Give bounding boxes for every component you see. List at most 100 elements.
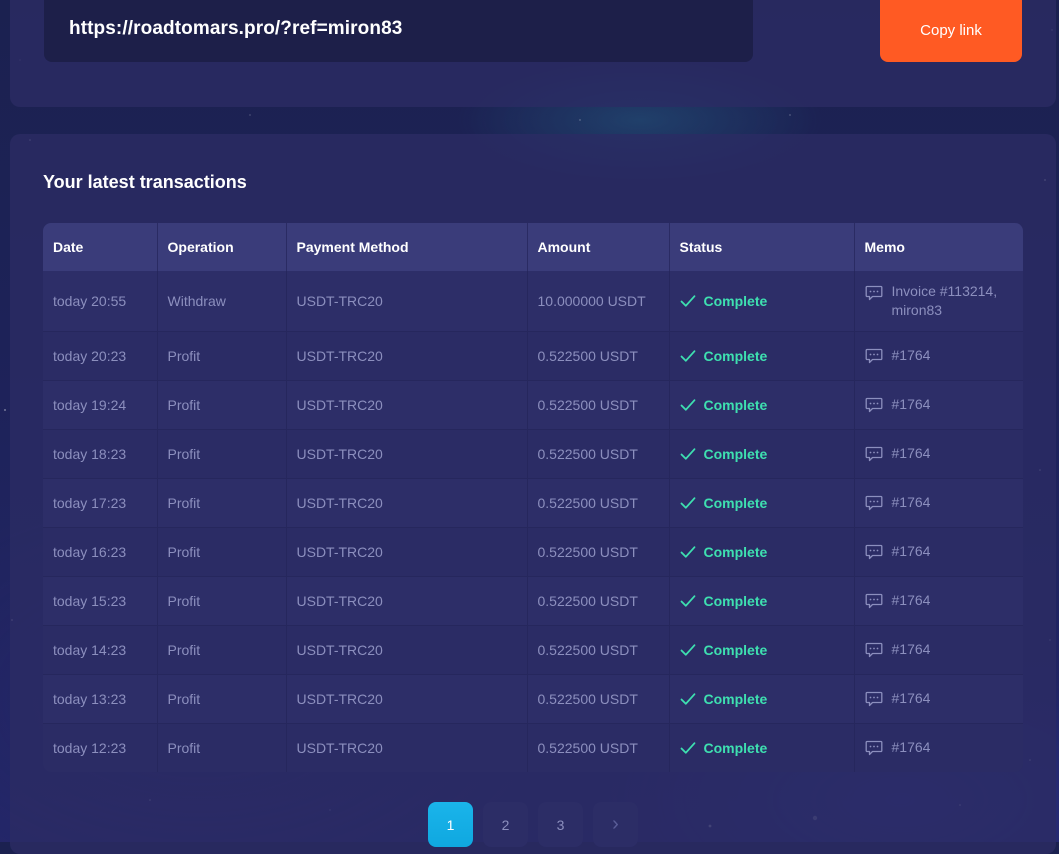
table-row: today 15:23 Profit USDT-TRC20 0.522500 USDT… (43, 575, 1023, 625)
status-text: Complete (703, 445, 768, 462)
table-row: today 16:23 Profit USDT-TRC20 0.522500 USDT… (43, 526, 1023, 576)
memo: #1764 (865, 591, 1014, 610)
cell-date: today 16:23 (43, 526, 158, 576)
column-header-amount: Amount (527, 223, 670, 271)
comment-icon (865, 348, 882, 364)
cell-payment-method: USDT-TRC20 (286, 330, 528, 380)
cell-payment-method: USDT-TRC20 (286, 722, 528, 772)
cell-payment-method: USDT-TRC20 (286, 624, 528, 674)
table-header-row: Date Operation Payment Method Amount Sta… (43, 223, 1023, 271)
comment-icon (865, 741, 882, 756)
cell-payment-method: USDT-TRC20 (286, 379, 528, 429)
memo: Invoice #113214, miron83 (865, 282, 1014, 320)
memo-text: #1764 (891, 690, 931, 706)
table-row: today 17:23 Profit USDT-TRC20 0.522500 USDT… (43, 477, 1023, 527)
column-header-memo: Memo (854, 223, 1023, 271)
cell-status: Complete (669, 575, 855, 625)
cell-status: Complete (669, 477, 855, 527)
memo: #1764 (865, 493, 1014, 512)
comment-icon (865, 642, 882, 658)
copy-link-button[interactable]: Copy link (880, 0, 1022, 62)
status-text: Complete (703, 347, 768, 364)
check-icon (680, 398, 695, 411)
status-badge: Complete (680, 724, 844, 773)
next-page-button[interactable]: › (593, 802, 638, 847)
cell-operation: Profit (157, 379, 287, 429)
cell-payment-method: USDT-TRC20 (286, 526, 528, 576)
transactions-table-body: today 20:55 Withdraw USDT-TRC20 10.000000 U… (43, 271, 1023, 772)
cell-operation: Profit (157, 428, 287, 478)
status-badge: Complete (680, 675, 844, 723)
transactions-table: Date Operation Payment Method Amount Sta… (43, 223, 1023, 772)
memo-text: #1764 (891, 347, 931, 363)
cell-operation: Profit (157, 722, 287, 772)
cell-payment-method: USDT-TRC20 (286, 428, 528, 478)
comment-icon (865, 446, 882, 462)
cell-date: today 14:23 (43, 624, 158, 674)
status-text: Complete (703, 396, 768, 413)
comment-icon (865, 397, 882, 413)
cell-operation: Profit (157, 673, 287, 723)
cell-status: Complete (669, 379, 855, 429)
table-row: today 20:23 Profit USDT-TRC20 0.522500 USDT… (43, 330, 1023, 380)
cell-amount: 0.522500 USDT (527, 330, 670, 380)
page-button-1[interactable]: 1 (428, 802, 473, 847)
cell-memo: #1764 (854, 428, 1023, 478)
cell-memo: #1764 (854, 526, 1023, 576)
cell-date: today 18:23 (43, 428, 158, 478)
cell-date: today 19:24 (43, 379, 158, 429)
column-header-payment-method: Payment Method (286, 223, 528, 271)
status-text: Complete (703, 739, 768, 756)
cell-date: today 20:55 (43, 271, 158, 331)
page-button-2[interactable]: 2 (483, 802, 528, 847)
check-icon (680, 643, 695, 656)
cell-memo: #1764 (854, 379, 1023, 429)
page-button-3[interactable]: 3 (538, 802, 583, 847)
cell-amount: 0.522500 USDT (527, 624, 670, 674)
cell-payment-method: USDT-TRC20 (286, 575, 528, 625)
memo-text: #1764 (891, 494, 931, 510)
cell-status: Complete (669, 673, 855, 723)
cell-status: Complete (669, 271, 855, 331)
memo-text: Invoice #113214, miron83 (891, 282, 998, 318)
cell-memo: #1764 (854, 575, 1023, 625)
status-text: Complete (703, 494, 768, 511)
status-text: Complete (703, 543, 768, 560)
status-badge: Complete (680, 271, 844, 331)
column-header-operation: Operation (157, 223, 287, 271)
status-badge: Complete (680, 430, 844, 478)
comment-icon (865, 285, 882, 300)
referral-link-text[interactable]: https://roadtomars.pro/?ref=miron83 (69, 18, 402, 40)
cell-payment-method: USDT-TRC20 (286, 271, 528, 331)
memo: #1764 (865, 738, 1014, 757)
check-icon (680, 742, 695, 754)
memo: #1764 (865, 395, 1014, 414)
chevron-right-icon: › (612, 813, 619, 835)
status-text: Complete (703, 690, 768, 707)
table-row: today 20:55 Withdraw USDT-TRC20 10.000000 U… (43, 271, 1023, 331)
table-row: today 12:23 Profit USDT-TRC20 0.522500 USDT… (43, 722, 1023, 773)
cell-status: Complete (669, 330, 855, 380)
check-icon (680, 349, 695, 362)
status-text: Complete (703, 592, 768, 609)
cell-memo: #1764 (854, 722, 1023, 772)
comment-icon (865, 495, 882, 511)
memo-text: #1764 (891, 739, 931, 756)
status-text: Complete (703, 641, 768, 658)
column-header-status: Status (669, 223, 855, 271)
cell-date: today 13:23 (43, 673, 158, 723)
cell-operation: Profit (157, 477, 287, 527)
status-badge: Complete (680, 528, 844, 576)
cell-amount: 0.522500 USDT (527, 379, 670, 429)
memo-text: #1764 (891, 445, 931, 461)
check-icon (680, 447, 695, 460)
cell-operation: Profit (157, 624, 287, 674)
status-text: Complete (703, 292, 768, 309)
cell-date: today 12:23 (43, 722, 158, 772)
table-row: today 19:24 Profit USDT-TRC20 0.522500 USDT… (43, 379, 1023, 429)
memo: #1764 (865, 640, 1014, 659)
cell-date: today 17:23 (43, 477, 158, 527)
cell-date: today 15:23 (43, 575, 158, 625)
cell-payment-method: USDT-TRC20 (286, 477, 528, 527)
cell-operation: Withdraw (157, 271, 287, 331)
